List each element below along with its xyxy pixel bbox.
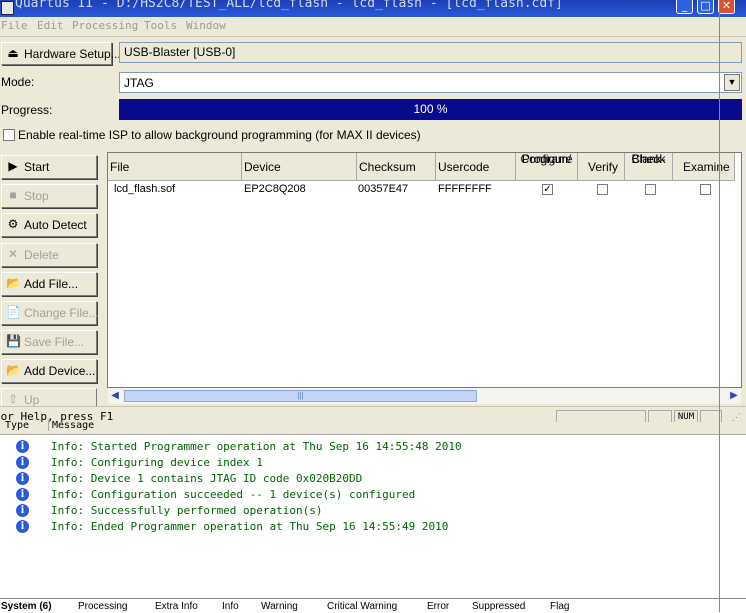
message-header: Type Message [0, 420, 746, 435]
info-icon: i [16, 520, 29, 533]
delete-icon: ✕ [7, 247, 19, 261]
message-header-type[interactable]: Type [5, 420, 29, 431]
tab-error[interactable]: Error [427, 601, 449, 612]
maximize-button[interactable]: □ [697, 0, 714, 14]
scroll-thumb[interactable]: ||| [124, 390, 477, 402]
column-header-usercode[interactable]: Usercode [436, 153, 516, 181]
message-line[interactable]: Info: Configuration succeeded -- 1 devic… [51, 488, 415, 501]
tab-flag[interactable]: Flag [550, 601, 569, 612]
column-header-device[interactable]: Device [242, 153, 357, 181]
cell-file: lcd_flash.sof [114, 183, 176, 195]
cell-checksum: 00357E47 [358, 183, 409, 195]
column-header-examine[interactable]: Examine [673, 153, 735, 181]
column-header-verify[interactable]: Verify [578, 153, 625, 181]
auto-detect-button[interactable]: ⚙ Auto Detect [1, 213, 97, 237]
examine-checkbox[interactable] [700, 184, 711, 195]
scroll-right-icon[interactable]: ▶ [727, 388, 741, 404]
verify-checkbox[interactable] [597, 184, 608, 195]
add-device-button[interactable]: 📂 Add Device... [1, 359, 97, 383]
column-header-file[interactable]: File [108, 153, 242, 181]
tab-system[interactable]: System (6) [1, 601, 52, 612]
device-table: File Device Checksum Usercode Program/Co… [107, 152, 742, 388]
menu-window[interactable]: Window [186, 19, 226, 32]
menu-edit[interactable]: Edit [37, 19, 64, 32]
up-button[interactable]: ⇧ Up [1, 388, 97, 408]
save-icon: 💾 [6, 334, 21, 348]
isp-checkbox[interactable] [3, 129, 15, 141]
add-file-button[interactable]: 📂 Add File... [1, 272, 97, 296]
message-line[interactable]: Info: Configuring device index 1 [51, 456, 263, 469]
hardware-icon: ⏏ [7, 46, 19, 60]
program-checkbox[interactable]: ✓ [542, 184, 553, 195]
chevron-down-icon[interactable]: ▼ [724, 74, 740, 91]
message-tabs: System (6) Processing Extra Info Info Wa… [0, 598, 746, 613]
info-icon: i [16, 456, 29, 469]
start-button[interactable]: ▶ Start [1, 155, 97, 179]
hardware-value: USB-Blaster [USB-0] [119, 42, 742, 63]
message-line[interactable]: Info: Device 1 contains JTAG ID code 0x0… [51, 472, 362, 485]
change-file-button[interactable]: 📄 Change File... [1, 301, 99, 325]
auto-detect-icon: ⚙ [7, 217, 19, 231]
title-bar: Quartus II - D:/HS2C8/TEST_ALL/lcd_flash… [0, 0, 746, 17]
menu-tools[interactable]: Tools [144, 19, 177, 32]
column-header-program[interactable]: Program/Configure [516, 153, 578, 181]
app-icon [1, 1, 14, 15]
add-device-icon: 📂 [6, 363, 21, 377]
change-file-icon: 📄 [6, 305, 21, 319]
close-button[interactable]: ✕ [718, 0, 735, 14]
save-file-button[interactable]: 💾 Save File... [1, 330, 97, 354]
message-line[interactable]: Info: Successfully performed operation(s… [51, 504, 323, 517]
up-arrow-icon: ⇧ [7, 392, 19, 406]
window-title: Quartus II - D:/HS2C8/TEST_ALL/lcd_flash… [15, 0, 563, 11]
info-icon: i [16, 472, 29, 485]
cell-usercode: FFFFFFFF [438, 183, 492, 195]
guide-line [719, 0, 720, 612]
stop-icon: ■ [9, 188, 17, 202]
message-header-message[interactable]: Message [48, 420, 94, 431]
info-icon: i [16, 504, 29, 517]
tab-warning[interactable]: Warning [261, 601, 298, 612]
tab-extra-info[interactable]: Extra Info [155, 601, 198, 612]
message-window: Type Message i Info: Started Programmer … [0, 420, 746, 598]
progress-label: Progress: [1, 103, 53, 117]
progress-bar: 100 % [119, 99, 742, 120]
mode-label: Mode: [1, 75, 35, 89]
mode-select[interactable]: JTAG ▼ [119, 72, 742, 93]
menu-processing[interactable]: Processing [72, 19, 138, 32]
table-row[interactable]: lcd_flash.sof EP2C8Q208 00357E47 FFFFFFF… [108, 181, 741, 199]
message-line[interactable]: Info: Ended Programmer operation at Thu … [51, 520, 448, 533]
menu-file[interactable]: File [1, 19, 28, 32]
tab-info[interactable]: Info [222, 601, 239, 612]
scroll-left-icon[interactable]: ◀ [108, 388, 122, 404]
horizontal-scrollbar[interactable]: ◀ ||| ▶ [108, 388, 741, 404]
message-line[interactable]: Info: Started Programmer operation at Th… [51, 440, 462, 453]
delete-button[interactable]: ✕ Delete [1, 243, 97, 267]
blank-check-checkbox[interactable] [645, 184, 656, 195]
folder-open-icon: 📂 [6, 276, 21, 290]
info-icon: i [16, 488, 29, 501]
isp-label: Enable real-time ISP to allow background… [18, 128, 421, 142]
info-icon: i [16, 440, 29, 453]
start-icon: ▶ [8, 159, 18, 173]
column-header-blank-check[interactable]: Blank- Check [625, 153, 673, 181]
menu-bar: File Edit Processing Tools Window [0, 17, 746, 37]
cell-device: EP2C8Q208 [244, 183, 306, 195]
minimize-button[interactable]: _ [676, 0, 693, 14]
hardware-setup-button[interactable]: ⏏ Hardware Setup... [1, 42, 121, 65]
stop-button[interactable]: ■ Stop [1, 184, 97, 208]
tab-suppressed[interactable]: Suppressed [472, 601, 525, 612]
tab-critical-warning[interactable]: Critical Warning [327, 601, 397, 612]
tab-processing[interactable]: Processing [78, 601, 127, 612]
column-header-checksum[interactable]: Checksum [357, 153, 436, 181]
